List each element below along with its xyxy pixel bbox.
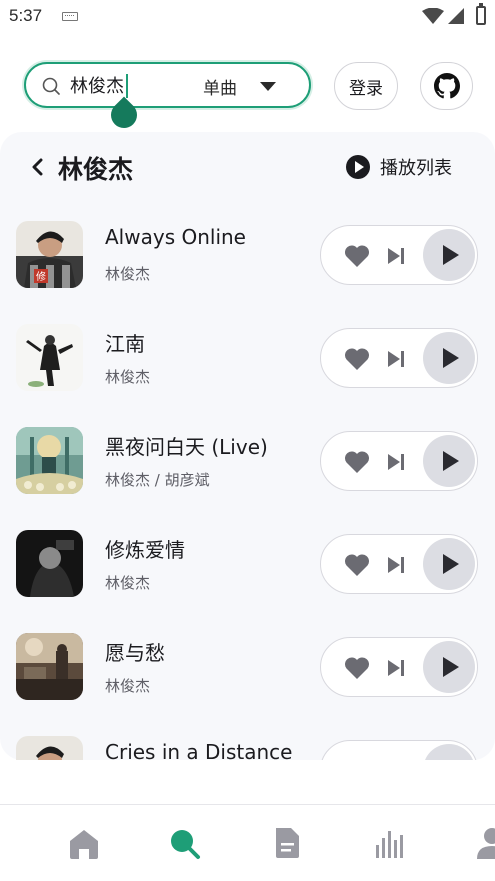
play-button[interactable] [423, 641, 475, 693]
status-bar: 5:37 [0, 0, 495, 34]
page-title: 林俊杰 [58, 155, 134, 184]
play-circle-icon [346, 155, 370, 179]
album-cover: 修 [16, 221, 83, 288]
skip-next-icon[interactable] [387, 556, 405, 574]
skip-next-icon[interactable] [387, 247, 405, 265]
status-time: 5:37 [9, 6, 43, 25]
heart-icon[interactable] [344, 759, 370, 760]
playlist-button[interactable]: 播放列表 [346, 153, 452, 181]
skip-next-icon[interactable] [387, 453, 405, 471]
chevron-down-icon[interactable] [260, 82, 276, 91]
play-button[interactable] [423, 744, 475, 760]
bottom-nav [0, 805, 495, 881]
song-title: 江南 [105, 332, 145, 356]
album-cover [16, 427, 83, 494]
song-title: Cries in a Distance [105, 740, 293, 760]
play-button[interactable] [423, 538, 475, 590]
nav-search-icon[interactable] [166, 825, 202, 861]
song-artist: 林俊杰 [105, 574, 151, 592]
song-actions [320, 637, 478, 697]
song-actions [320, 431, 478, 491]
signal-icon [448, 8, 464, 24]
album-cover [16, 736, 83, 760]
play-button[interactable] [423, 332, 475, 384]
song-actions [320, 740, 478, 760]
album-cover [16, 633, 83, 700]
heart-icon[interactable] [344, 347, 370, 371]
song-row[interactable]: 江南 林俊杰 [0, 306, 495, 409]
playlist-label: 播放列表 [380, 158, 452, 179]
song-artist: 林俊杰 / 胡彦斌 [105, 471, 210, 489]
heart-icon[interactable] [344, 656, 370, 680]
play-button[interactable] [423, 229, 475, 281]
song-title: 黑夜问白天 (Live) [105, 435, 268, 459]
search-type-select[interactable]: 单曲 [203, 74, 237, 99]
search-input[interactable] [70, 72, 190, 98]
song-title: 愿与愁 [105, 641, 165, 665]
nav-document-icon[interactable] [269, 825, 305, 861]
login-button[interactable]: 登录 [334, 62, 398, 110]
song-row[interactable]: 修 Always Online 林俊杰 [0, 203, 495, 306]
song-artist: 林俊杰 [105, 265, 151, 283]
nav-profile-icon[interactable] [474, 825, 495, 861]
github-button[interactable] [420, 62, 473, 110]
wifi-icon [422, 8, 444, 24]
github-icon [433, 73, 460, 99]
keyboard-icon [62, 12, 78, 21]
song-row[interactable]: 修炼爱情 林俊杰 [0, 512, 495, 615]
song-list: 修 Always Online 林俊杰 江南 林俊杰 黑夜问白天 (Live) … [0, 203, 495, 760]
skip-next-icon[interactable] [387, 659, 405, 677]
song-title: Always Online [105, 225, 246, 249]
search-bar[interactable]: 单曲 [24, 62, 311, 108]
song-title: 修炼爱情 [105, 538, 185, 562]
skip-next-icon[interactable] [387, 350, 405, 368]
song-artist: 林俊杰 [105, 368, 151, 386]
play-button[interactable] [423, 435, 475, 487]
text-cursor [126, 74, 128, 98]
nav-home-icon[interactable] [66, 825, 102, 861]
back-arrow-icon[interactable] [30, 158, 44, 176]
svg-text:修: 修 [36, 270, 46, 283]
heart-icon[interactable] [344, 553, 370, 577]
song-actions [320, 534, 478, 594]
song-actions [320, 225, 478, 285]
song-actions [320, 328, 478, 388]
heart-icon[interactable] [344, 244, 370, 268]
song-row[interactable]: 愿与愁 林俊杰 [0, 615, 495, 718]
album-cover [16, 530, 83, 597]
song-row[interactable]: Cries in a Distance [0, 718, 495, 760]
album-cover [16, 324, 83, 391]
song-artist: 林俊杰 [105, 677, 151, 695]
battery-icon [476, 3, 486, 25]
search-icon [42, 77, 60, 95]
nav-chart-icon[interactable] [372, 825, 408, 861]
song-row[interactable]: 黑夜问白天 (Live) 林俊杰 / 胡彦斌 [0, 409, 495, 512]
heart-icon[interactable] [344, 450, 370, 474]
